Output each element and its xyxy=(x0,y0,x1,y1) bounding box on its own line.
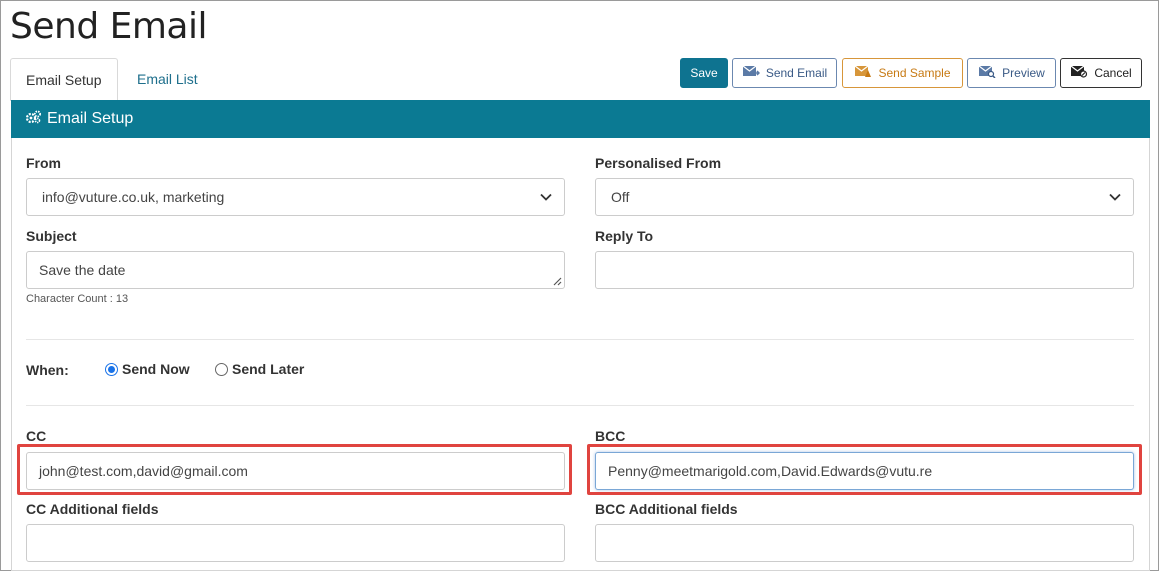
bcc-label: BCC xyxy=(595,428,626,444)
personalised-from-label: Personalised From xyxy=(595,155,722,171)
save-label: Save xyxy=(690,66,718,80)
send-email-button[interactable]: Send Email xyxy=(732,58,837,88)
from-value: info@vuture.co.uk, marketing xyxy=(42,189,225,205)
cc-additional-input[interactable] xyxy=(26,524,565,562)
resize-handle-icon[interactable] xyxy=(552,276,562,286)
divider xyxy=(26,405,1134,406)
page-title: Send Email xyxy=(10,6,208,47)
divider xyxy=(26,339,1134,340)
send-now-label: Send Now xyxy=(122,361,190,377)
tab-email-list[interactable]: Email List xyxy=(122,58,213,101)
send-email-label: Send Email xyxy=(765,66,828,80)
character-count: Character Count : 13 xyxy=(26,293,129,305)
reply-to-input[interactable] xyxy=(595,251,1134,289)
cancel-label: Cancel xyxy=(1094,66,1132,80)
email-setup-panel xyxy=(11,100,1150,571)
bcc-additional-input[interactable] xyxy=(595,524,1134,562)
from-label: From xyxy=(26,155,61,171)
chevron-down-icon xyxy=(1109,193,1121,201)
reply-to-label: Reply To xyxy=(595,228,654,244)
panel-title: Email Setup xyxy=(47,110,134,127)
preview-envelope-icon xyxy=(978,65,996,81)
send-sample-label: Send Sample xyxy=(878,66,951,80)
cc-label: CC xyxy=(26,428,47,444)
send-sample-button[interactable]: Send Sample xyxy=(842,58,963,88)
cc-highlight-box xyxy=(17,444,572,495)
preview-label: Preview xyxy=(1002,66,1045,80)
radio-selected-icon xyxy=(105,362,118,376)
cancel-envelope-icon xyxy=(1070,65,1088,81)
tab-email-setup[interactable]: Email Setup xyxy=(10,58,118,101)
sample-envelope-icon xyxy=(854,65,872,81)
send-later-radio[interactable]: Send Later xyxy=(215,361,304,377)
subject-label: Subject xyxy=(26,228,77,244)
personalised-from-value: Off xyxy=(611,189,630,205)
toolbar: Save Send Email Send Sample Preview Canc… xyxy=(680,58,1142,88)
radio-unselected-icon xyxy=(215,362,228,376)
gears-icon xyxy=(25,110,41,129)
cancel-button[interactable]: Cancel xyxy=(1060,58,1142,88)
send-envelope-icon xyxy=(742,65,760,81)
bcc-highlight-box xyxy=(587,444,1142,495)
panel-header: Email Setup xyxy=(11,100,1150,138)
send-later-label: Send Later xyxy=(232,361,305,377)
subject-value: Save the date xyxy=(39,262,126,278)
cc-additional-label: CC Additional fields xyxy=(26,501,159,517)
chevron-down-icon xyxy=(540,193,552,201)
save-button[interactable]: Save xyxy=(680,58,728,88)
bcc-additional-label: BCC Additional fields xyxy=(595,501,738,517)
send-now-radio[interactable]: Send Now xyxy=(105,361,190,377)
from-select[interactable]: info@vuture.co.uk, marketing xyxy=(26,178,565,216)
preview-button[interactable]: Preview xyxy=(967,58,1056,88)
when-label: When: xyxy=(26,362,69,378)
subject-textarea[interactable]: Save the date xyxy=(26,251,565,289)
personalised-from-select[interactable]: Off xyxy=(595,178,1134,216)
